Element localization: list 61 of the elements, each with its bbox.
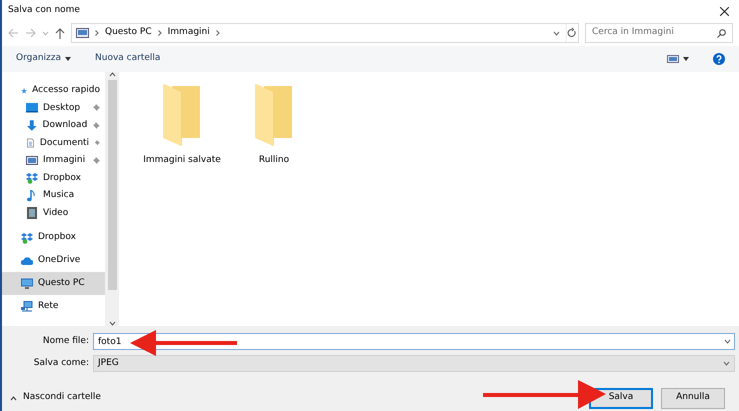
scrollbar[interactable] [105,72,119,326]
cloud-icon [21,254,33,266]
hide-folders-toggle[interactable]: Nascondi cartelle [10,391,101,405]
pin-icon [92,122,100,130]
chevron-right-icon [95,30,99,36]
sidebar-item[interactable]: Video [2,204,105,222]
chevron-down-icon[interactable] [724,339,731,344]
sidebar-item[interactable]: OneDrive [2,249,105,272]
up-arrow-icon[interactable] [55,28,65,38]
field-label: Nome file: [42,334,89,348]
down-arrow-icon [26,120,38,132]
chevron-right-icon [216,30,220,36]
search-field[interactable]: Cerca in Immagini [585,23,733,43]
close-icon [720,6,728,16]
cancel-button[interactable]: Annulla [661,388,725,408]
desktop-icon [26,102,38,114]
dropbox-icon [21,232,33,244]
picture-icon [26,154,38,167]
address-bar[interactable]: Questo PC Immagini [71,23,579,43]
folder-name[interactable]: Rullino [258,154,290,168]
search-icon [717,28,726,38]
breadcrumb-item[interactable]: Immagini [168,26,210,40]
sidebar-item[interactable]: Documenti [2,134,105,152]
document-icon [26,137,35,150]
pin-icon [92,104,100,112]
computer-icon [21,278,33,290]
sidebar-item[interactable]: Musica [2,187,105,204]
sidebar-item[interactable]: Dropbox [2,170,105,187]
caret-icon [65,57,72,61]
sidebar-item[interactable]: Download [2,117,105,134]
file-name-field[interactable]: foto1 [93,333,735,350]
breadcrumb-item[interactable]: Questo PC [105,26,152,40]
film-icon [26,207,38,220]
chevron-down-icon[interactable] [723,361,730,366]
sidebar-item[interactable]: Immagini [2,152,105,170]
file-type-dropdown[interactable]: JPEG [93,355,735,372]
scrollbar-thumb[interactable] [108,80,116,290]
pin-icon [92,156,100,165]
pin-icon [94,139,100,148]
field-label: Salva come: [32,356,89,370]
organize-menu-button[interactable]: Organizza [16,52,72,66]
sidebar-item[interactable]: Desktop [2,100,105,117]
chevron-up-icon[interactable] [108,72,116,77]
folder-name[interactable]: Immagini salvate [143,154,221,168]
chevron-down-icon[interactable] [108,321,116,326]
view-options-icon[interactable] [667,55,689,63]
chevron-down-icon[interactable] [553,30,560,36]
network-icon [21,300,33,312]
sidebar-item[interactable]: Dropbox [2,226,105,249]
refresh-icon[interactable] [566,23,578,43]
sidebar-item[interactable]: Questo PC [2,272,105,295]
chevron-right-icon [158,30,162,36]
new-folder-button[interactable]: Nuova cartella [95,52,160,66]
sidebar-item[interactable]: Rete [2,295,105,318]
picture-icon [76,28,89,38]
search-placeholder: Cerca in Immagini [592,26,674,40]
help-icon[interactable] [713,53,725,65]
sidebar-item[interactable]: Accesso rapido [2,82,105,100]
window-title: Salva con nome [8,4,80,18]
chevron-up-icon [10,396,17,400]
dropbox-icon [26,172,38,184]
